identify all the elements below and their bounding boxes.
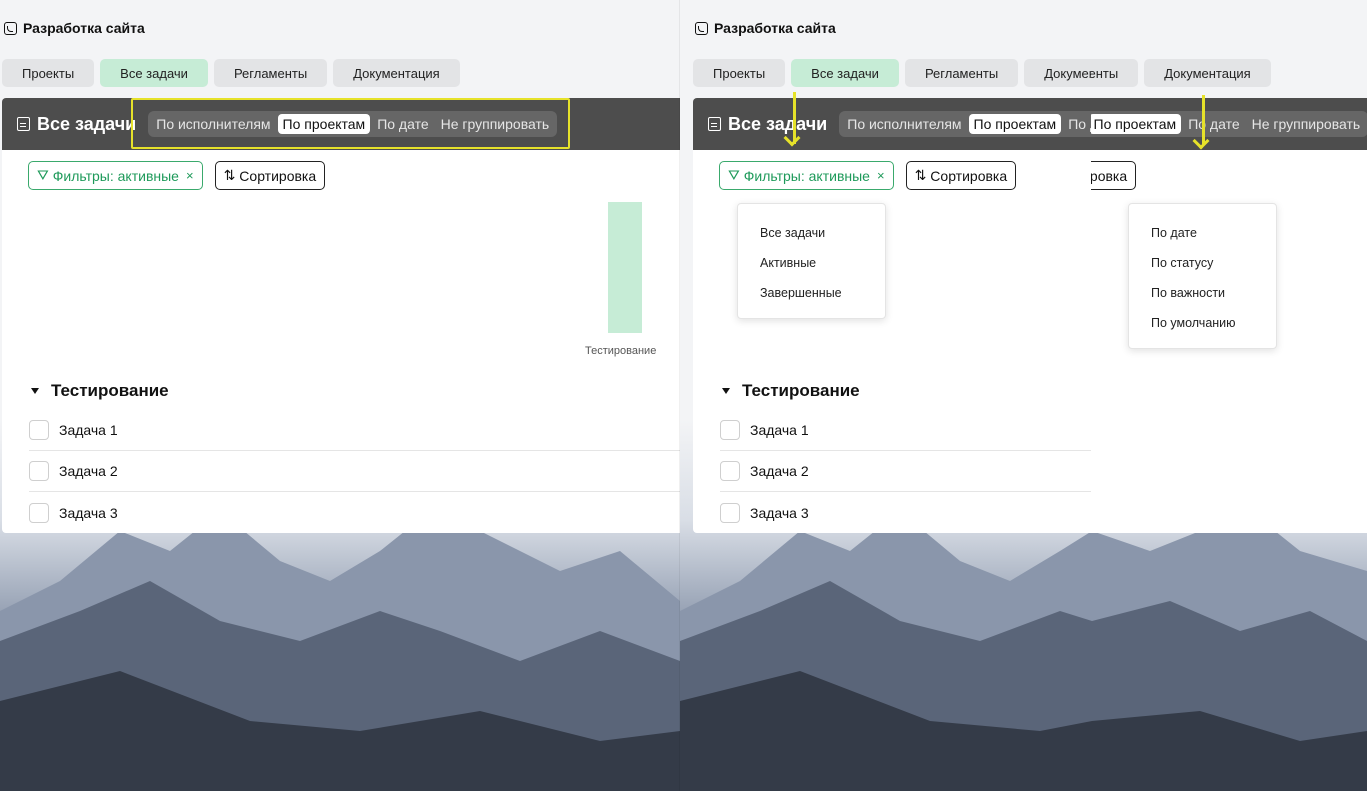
card-header: Все задачи По исполнителям По проектам П… bbox=[1091, 98, 1367, 150]
sort-label: Сортировка bbox=[1091, 167, 1128, 184]
chart-bar-label: Тестирование bbox=[585, 345, 657, 357]
document-icon bbox=[17, 117, 30, 131]
tab-regulations[interactable]: Регламенты bbox=[1091, 59, 1139, 87]
filter-option-done[interactable]: Завершенные bbox=[738, 278, 885, 308]
sort-button[interactable]: ⇅ Сортировка bbox=[214, 161, 326, 190]
site-title-text: Разработка сайта bbox=[714, 20, 836, 36]
right-screen-sort: Проекты Все задачи Регламенты Документац… bbox=[1091, 0, 1367, 791]
tab-all-tasks[interactable]: Все задачи bbox=[100, 59, 208, 87]
filter-option-active[interactable]: Активные bbox=[738, 248, 885, 278]
main-tabs: Проекты Все задачи Регламенты Документац… bbox=[1091, 59, 1271, 87]
task-label: Задача 3 bbox=[750, 504, 809, 521]
task-row[interactable]: Задача 1 bbox=[29, 410, 680, 451]
site-title: Разработка сайта bbox=[695, 20, 836, 36]
task-checkbox[interactable] bbox=[720, 461, 740, 481]
filter-icon: ⛛ bbox=[728, 167, 740, 183]
sort-label: Сортировка bbox=[930, 167, 1008, 184]
sort-option-default[interactable]: По умолчанию bbox=[1129, 308, 1276, 338]
sort-button[interactable]: ⇅ Сортировка bbox=[905, 161, 1017, 190]
task-checkbox[interactable] bbox=[29, 420, 49, 440]
tab-regulations[interactable]: Регламенты bbox=[213, 59, 328, 87]
chart-bar bbox=[608, 202, 642, 333]
task-row[interactable]: Задача 2 bbox=[720, 451, 1092, 492]
main-tabs: Проекты Все задачи Регламенты Документац… bbox=[2, 59, 460, 87]
site-icon bbox=[695, 21, 708, 35]
sort-option-importance[interactable]: По важности bbox=[1129, 278, 1276, 308]
card-header: Все задачи По исполнителям По проектам П… bbox=[693, 98, 1092, 150]
task-label: Задача 3 bbox=[59, 504, 118, 521]
tab-documentation[interactable]: Документация bbox=[1144, 59, 1271, 87]
group-title: Тестирование bbox=[51, 381, 169, 400]
sort-button[interactable]: ⇅ Сортировка bbox=[1091, 161, 1137, 190]
filter-option-all[interactable]: Все задачи bbox=[738, 218, 885, 248]
toolbar: ⛛ Фильтры: активные × ⇅ Сортировка bbox=[1091, 161, 1137, 190]
divider bbox=[679, 0, 680, 791]
sort-icon: ⇅ bbox=[223, 167, 236, 183]
filter-button[interactable]: ⛛ Фильтры: активные × bbox=[719, 161, 894, 190]
task-label: Задача 2 bbox=[750, 463, 809, 479]
group-none[interactable]: Не группировать bbox=[1247, 114, 1366, 134]
tab-all-tasks[interactable]: Все задачи bbox=[791, 59, 899, 87]
caret-down-icon[interactable] bbox=[722, 388, 730, 394]
document-icon bbox=[708, 117, 721, 131]
site-title: Разработка сайта bbox=[4, 20, 145, 36]
clear-filter-icon[interactable]: × bbox=[186, 168, 194, 183]
filter-button[interactable]: ⛛ Фильтры: активные × bbox=[28, 161, 203, 190]
filter-label: Фильтры: активные bbox=[52, 167, 179, 184]
group-by-project[interactable]: По проектам bbox=[968, 114, 1062, 134]
sort-option-date[interactable]: По дате bbox=[1129, 218, 1276, 248]
task-row[interactable]: Задача 3 bbox=[720, 492, 1092, 533]
task-row[interactable]: Задача 3 bbox=[29, 492, 680, 533]
task-row[interactable]: Задача 2 bbox=[29, 451, 680, 492]
right-screen-filter: Разработка сайта Проекты Все задачи Регл… bbox=[680, 0, 1092, 791]
task-checkbox[interactable] bbox=[720, 502, 740, 523]
tab-documentation[interactable]: Документация bbox=[333, 59, 460, 87]
site-title-text: Разработка сайта bbox=[23, 20, 145, 36]
group-by-assignee[interactable]: По исполнителям bbox=[842, 114, 966, 134]
task-label: Задача 2 bbox=[59, 463, 118, 479]
clear-filter-icon[interactable]: × bbox=[877, 168, 885, 183]
task-checkbox[interactable] bbox=[29, 502, 49, 523]
card-title: Все задачи bbox=[37, 113, 137, 134]
grouping-switch: По исполнителям По проектам По дате Не г… bbox=[1091, 111, 1367, 137]
pointer-arrow bbox=[783, 92, 805, 150]
caret-down-icon[interactable] bbox=[31, 388, 39, 394]
left-screen: Разработка сайта Проекты Все задачи Регл… bbox=[0, 0, 680, 791]
task-checkbox[interactable] bbox=[29, 461, 49, 481]
sort-icon: ⇅ bbox=[914, 167, 927, 183]
highlight-box bbox=[131, 98, 570, 149]
sort-label: Сортировка bbox=[239, 167, 317, 184]
task-label: Задача 1 bbox=[59, 422, 118, 438]
task-label: Задача 1 bbox=[750, 422, 809, 438]
filter-label: Фильтры: активные bbox=[743, 167, 870, 184]
main-tabs: Проекты Все задачи Регламенты Документац… bbox=[693, 59, 1092, 87]
tab-projects[interactable]: Проекты bbox=[2, 59, 95, 87]
group-header[interactable]: Тестирование bbox=[31, 381, 169, 401]
tab-regulations[interactable]: Регламенты bbox=[904, 59, 1019, 87]
site-icon bbox=[4, 21, 17, 35]
tab-documentation[interactable]: Документация bbox=[1024, 59, 1092, 87]
filter-icon: ⛛ bbox=[37, 167, 49, 183]
group-by-project[interactable]: По проектам bbox=[1091, 114, 1182, 134]
group-header[interactable]: Тестирование bbox=[722, 381, 860, 401]
pointer-arrow bbox=[1192, 95, 1214, 153]
task-row[interactable]: Задача 1 bbox=[720, 410, 1092, 451]
grouping-switch: По исполнителям По проектам По дате Не г… bbox=[839, 111, 1092, 137]
sort-dropdown: По дате По статусу По важности По умолча… bbox=[1128, 203, 1277, 349]
tab-projects[interactable]: Проекты bbox=[693, 59, 786, 87]
toolbar: ⛛ Фильтры: активные × ⇅ Сортировка bbox=[28, 161, 326, 190]
toolbar: ⛛ Фильтры: активные × ⇅ Сортировка bbox=[719, 161, 1017, 190]
task-checkbox[interactable] bbox=[720, 420, 740, 440]
group-by-date[interactable]: По дате bbox=[1063, 114, 1092, 134]
filter-dropdown: Все задачи Активные Завершенные bbox=[737, 203, 886, 319]
group-title: Тестирование bbox=[742, 381, 860, 400]
card-title: Все задачи bbox=[728, 113, 828, 134]
sort-option-status[interactable]: По статусу bbox=[1129, 248, 1276, 278]
